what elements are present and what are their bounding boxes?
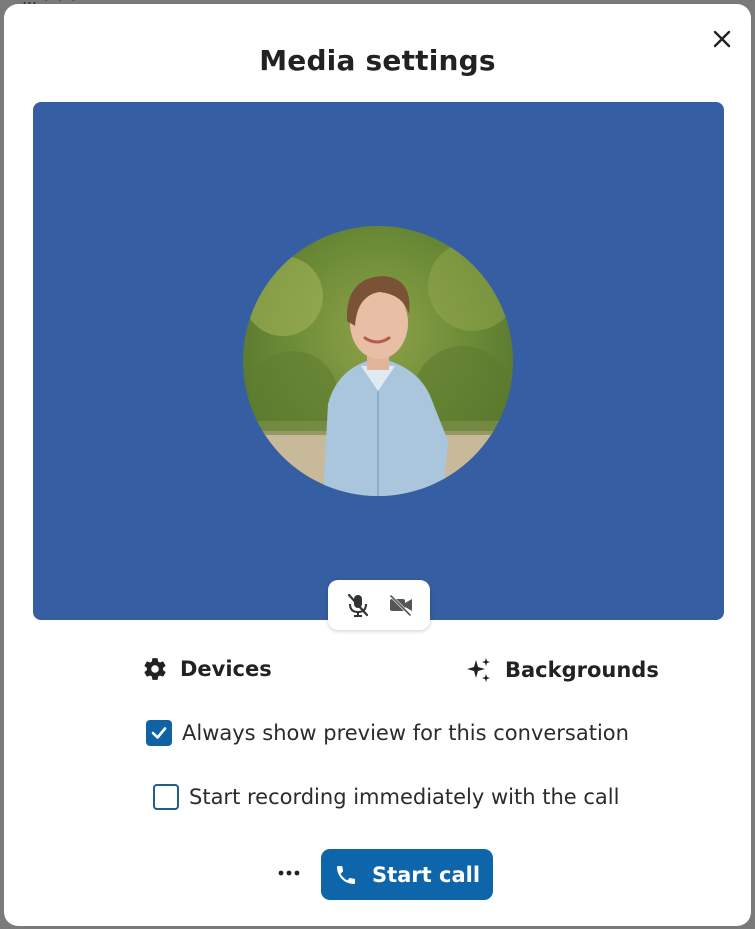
settings-tabs: Devices Backgrounds (4, 650, 751, 690)
video-preview (33, 102, 724, 630)
start-call-label: Start call (371, 862, 481, 887)
option-start-recording: Start recording immediately with the cal… (153, 784, 619, 810)
camera-off-icon (389, 594, 412, 616)
tab-devices[interactable]: Devices (142, 656, 272, 682)
option-always-show-preview: Always show preview for this conversatio… (146, 720, 629, 746)
tab-backgrounds-label: Backgrounds (505, 658, 659, 682)
always-show-preview-checkbox[interactable] (146, 720, 172, 746)
tab-backgrounds[interactable]: Backgrounds (465, 656, 659, 684)
more-horizontal-icon (278, 870, 300, 876)
always-show-preview-label: Always show preview for this conversatio… (182, 721, 629, 745)
more-options-button[interactable] (274, 862, 304, 884)
gear-icon (144, 658, 166, 680)
media-settings-dialog: Media settings Devices Backgrounds Alway… (4, 4, 751, 926)
start-call-button[interactable]: Start call (321, 849, 493, 900)
sparkles-icon (467, 658, 490, 682)
media-toggle-bar (328, 580, 430, 630)
microphone-toggle[interactable] (340, 587, 376, 623)
microphone-off-icon (347, 593, 368, 617)
phone-icon (336, 865, 355, 884)
checkmark-icon (151, 727, 167, 739)
user-avatar (243, 226, 513, 496)
start-recording-checkbox[interactable] (153, 784, 179, 810)
tab-devices-label: Devices (180, 657, 272, 681)
dialog-title: Media settings (259, 44, 496, 77)
camera-toggle[interactable] (383, 587, 419, 623)
start-recording-label: Start recording immediately with the cal… (189, 785, 620, 809)
